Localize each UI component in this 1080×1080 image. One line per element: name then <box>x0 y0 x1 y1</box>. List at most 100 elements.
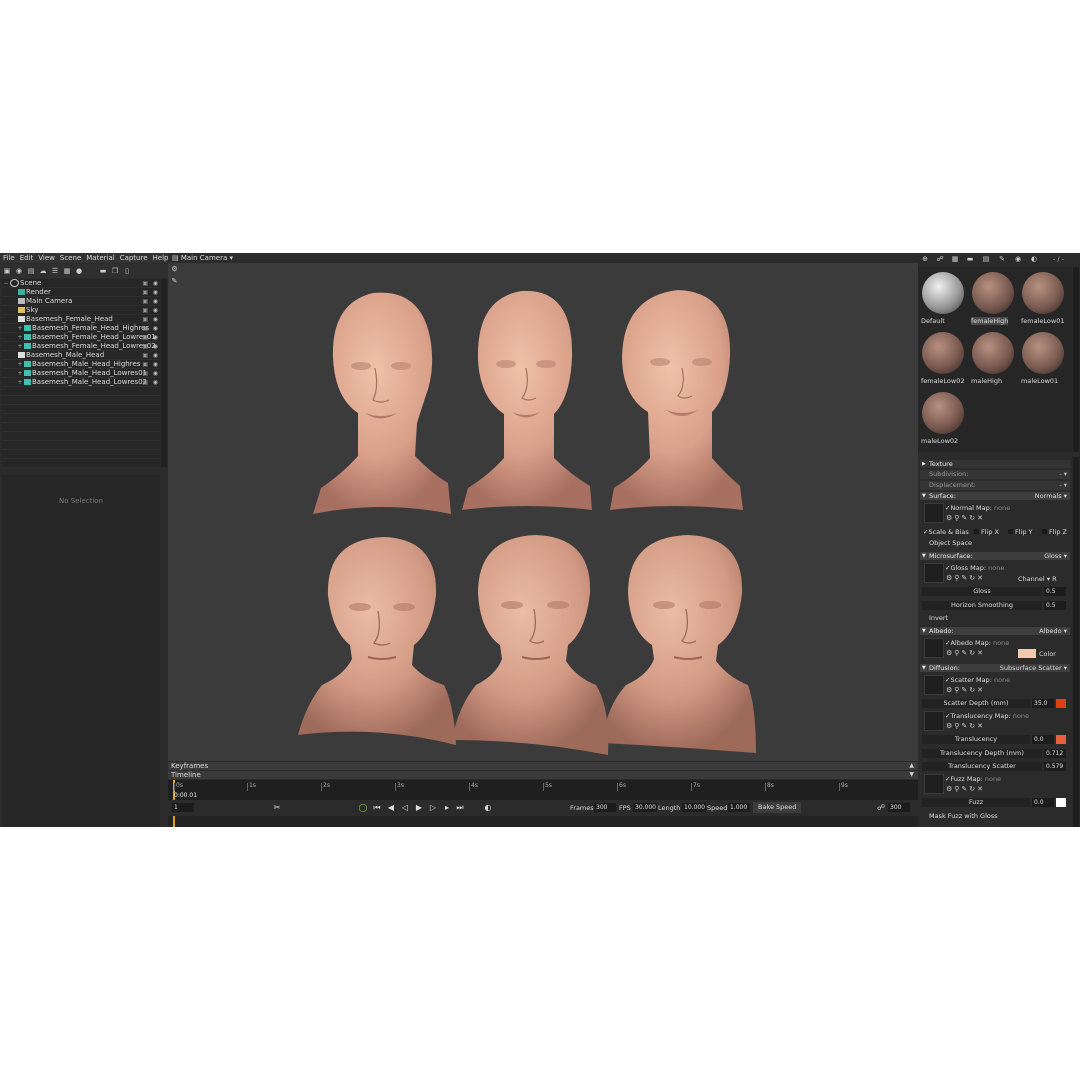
surface-mode-dropdown[interactable]: Normals ▾ <box>1035 492 1067 500</box>
duplicate-icon[interactable]: ❐ <box>111 267 119 275</box>
folder-icon[interactable]: ▬ <box>99 267 107 275</box>
map-tools[interactable]: ⚙⚲✎↻✕ <box>946 574 985 582</box>
menu-capture[interactable]: Capture <box>120 253 148 263</box>
lock-icon[interactable]: ▣ <box>142 288 148 297</box>
layers-icon[interactable]: ☰ <box>51 267 59 275</box>
keyframes-header[interactable]: Keyframes ▲ <box>168 762 918 770</box>
scale-bias-checkbox[interactable]: ✓Scale & Bias <box>923 528 969 536</box>
tree-item-male-lowres01[interactable]: + Basemesh_Male_Head_Lowres01 ▣ ◉ <box>2 369 160 378</box>
lock-icon[interactable]: ▣ <box>142 351 148 360</box>
reverse-icon[interactable]: ◁ <box>400 802 410 814</box>
tree-item-male-lowres02[interactable]: + Basemesh_Male_Head_Lowres02 ▣ ◉ <box>2 378 160 387</box>
save-icon[interactable]: ▤ <box>982 255 990 263</box>
invert-checkbox[interactable]: Invert <box>929 614 948 622</box>
sphere-icon[interactable]: ● <box>75 267 83 275</box>
lock-icon[interactable]: ▣ <box>142 378 148 387</box>
horizon-smoothing-slider[interactable]: Horizon Smoothing <box>922 601 1042 610</box>
eyedropper-icon[interactable]: ✎ <box>998 255 1006 263</box>
flip-y-checkbox[interactable]: Flip Y <box>1008 528 1033 536</box>
gloss-map-slot[interactable] <box>924 563 944 583</box>
timeline-ruler[interactable]: 0s 1s 2s 3s 4s 5s 6s 7s 8s 9s 0:00.01 <box>168 780 918 800</box>
gloss-slider[interactable]: Gloss <box>922 587 1042 596</box>
lock-icon[interactable]: ▣ <box>142 324 148 333</box>
menu-file[interactable]: File <box>3 253 15 263</box>
material-swatch-femalelow01[interactable]: femaleLow01 <box>1019 269 1067 327</box>
mask-fuzz-checkbox[interactable]: Mask Fuzz with Gloss <box>929 812 998 820</box>
collapse-icon[interactable]: ▼ <box>909 771 914 779</box>
map-tools[interactable]: ⚙⚲✎↻✕ <box>946 785 985 793</box>
eye-icon[interactable]: ◉ <box>153 333 158 342</box>
lock-icon[interactable]: ▣ <box>142 342 148 351</box>
microsurface-section[interactable]: ▼ Microsurface: Gloss ▾ <box>920 552 1070 560</box>
eye-icon[interactable]: ◉ <box>153 351 158 360</box>
translucency-value[interactable]: 0.0 <box>1032 735 1054 744</box>
checker-icon[interactable]: ▦ <box>951 255 959 263</box>
bake-speed-button[interactable]: Bake Speed <box>753 802 802 813</box>
link-icon[interactable]: ☍ <box>876 802 886 814</box>
channel-dropdown[interactable]: Channel ▾ R <box>1018 575 1057 583</box>
eye-icon[interactable]: ◉ <box>153 279 158 288</box>
timeline-header[interactable]: Timeline ▼ <box>168 771 918 779</box>
cube-icon[interactable]: ▣ <box>3 267 11 275</box>
gloss-value[interactable]: 0.5 <box>1044 587 1066 596</box>
tree-item-female-head-group[interactable]: Basemesh_Female_Head ▣ ◉ <box>2 315 160 324</box>
albedo-mode-dropdown[interactable]: Albedo ▾ <box>1039 627 1067 635</box>
microsurface-mode-dropdown[interactable]: Gloss ▾ <box>1044 552 1067 560</box>
tree-item-male-highres[interactable]: + Basemesh_Male_Head_Highres ▣ ◉ <box>2 360 160 369</box>
translucency-map-slot[interactable] <box>924 711 944 731</box>
fps-field[interactable]: 30.000 <box>633 803 657 812</box>
eye-icon[interactable]: ◉ <box>153 378 158 387</box>
sphere-icon[interactable]: ◉ <box>1014 255 1022 263</box>
keyframe-track[interactable] <box>168 816 918 827</box>
fuzz-map-slot[interactable] <box>924 774 944 794</box>
menu-scene[interactable]: Scene <box>60 253 81 263</box>
eye-icon[interactable]: ◉ <box>153 369 158 378</box>
tree-item-female-lowres02[interactable]: + Basemesh_Female_Head_Lowres02 ▣ ◉ <box>2 342 160 351</box>
object-space-checkbox[interactable]: Object Space <box>929 539 972 547</box>
camera-dropdown[interactable]: ▤ Main Camera ▾ <box>172 253 233 263</box>
box-icon[interactable]: ▦ <box>63 267 71 275</box>
surface-section[interactable]: ▼ Surface: Normals ▾ <box>920 492 1070 500</box>
diffusion-mode-dropdown[interactable]: Subsurface Scatter ▾ <box>1000 664 1067 672</box>
eye-icon[interactable]: ◉ <box>153 342 158 351</box>
map-tools[interactable]: ⚙⚲✎↻✕ <box>946 722 985 730</box>
light-icon[interactable]: ◉ <box>15 267 23 275</box>
fuzz-value[interactable]: 0.0 <box>1032 798 1054 807</box>
scatter-map-slot[interactable] <box>924 675 944 695</box>
scissors-icon[interactable]: ✂ <box>272 802 282 814</box>
scatter-depth-value[interactable]: 35.0 <box>1032 699 1054 708</box>
lock-icon[interactable]: ▣ <box>142 297 148 306</box>
speed-gauge-icon[interactable]: ◐ <box>483 802 493 814</box>
subdivision-row[interactable]: Subdivision: - ▾ <box>920 470 1070 479</box>
forward-icon[interactable]: ▸ <box>442 802 452 814</box>
outliner-scrollbar[interactable] <box>161 279 167 467</box>
speed-field[interactable]: 1.000 <box>728 803 750 812</box>
tree-item-main-camera[interactable]: Main Camera ▣ ◉ <box>2 297 160 306</box>
material-swatch-malehigh[interactable]: maleHigh <box>969 329 1017 387</box>
albedo-map-slot[interactable] <box>924 638 944 658</box>
lock-icon[interactable]: ▣ <box>142 360 148 369</box>
skip-start-icon[interactable]: ⏮ <box>372 802 382 814</box>
step-back-icon[interactable]: ◀ <box>386 802 396 814</box>
material-swatch-malelow02[interactable]: maleLow02 <box>919 389 967 447</box>
material-library-scrollbar[interactable] <box>1073 267 1079 452</box>
eye-icon[interactable]: ◉ <box>153 306 158 315</box>
normal-map-slot[interactable] <box>924 503 944 523</box>
eye-icon[interactable]: ◉ <box>153 288 158 297</box>
eye-icon[interactable]: ◉ <box>153 324 158 333</box>
sky-icon[interactable]: ☁ <box>39 267 47 275</box>
albedo-section[interactable]: ▼ Albedo: Albedo ▾ <box>920 627 1070 635</box>
lock-icon[interactable]: ▣ <box>142 279 148 288</box>
flip-x-checkbox[interactable]: Flip X <box>974 528 999 536</box>
scatter-color-swatch[interactable] <box>1056 699 1066 708</box>
albedo-color-swatch[interactable] <box>1018 649 1036 658</box>
horizon-smoothing-value[interactable]: 0.5 <box>1044 601 1066 610</box>
step-forward-icon[interactable]: ▷ <box>428 802 438 814</box>
3d-viewport[interactable]: ⚙ ✎ <box>168 263 918 761</box>
diffusion-section[interactable]: ▼ Diffusion: Subsurface Scatter ▾ <box>920 664 1070 672</box>
material-swatch-femalelow02[interactable]: femaleLow02 <box>919 329 967 387</box>
skip-end-icon[interactable]: ⏭ <box>455 802 465 814</box>
end-frame-field[interactable]: 300 <box>888 803 910 812</box>
frame-field[interactable]: 1 <box>172 803 194 812</box>
tree-item-scene[interactable]: − Scene ▣ ◉ <box>2 279 160 288</box>
